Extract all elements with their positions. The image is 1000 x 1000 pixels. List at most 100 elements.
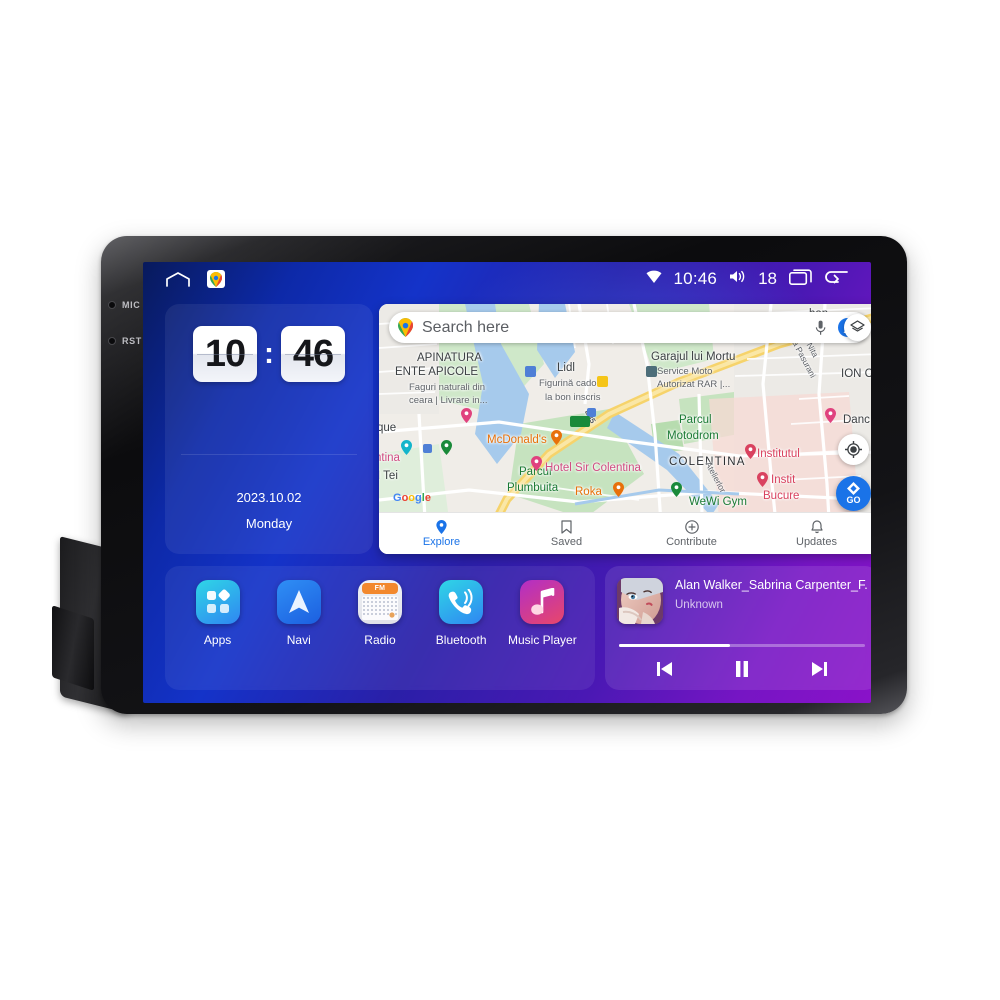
apps-grid-icon	[195, 580, 240, 624]
map-chip-store[interactable]	[597, 376, 608, 387]
map-chip-transit[interactable]	[423, 444, 432, 453]
back-arrow-icon[interactable]	[825, 269, 849, 290]
clock-hours-value: 10	[204, 333, 246, 375]
map-nav-saved[interactable]: Saved	[504, 519, 629, 548]
microphone-hole-icon	[108, 301, 116, 309]
my-location-icon[interactable]	[838, 434, 869, 465]
music-player-widget[interactable]: Alan Walker_Sabrina Carpenter_F... Unkno…	[605, 566, 871, 690]
dock-item-bluetooth[interactable]: Bluetooth	[424, 580, 498, 647]
map-pin-mcdonalds[interactable]	[551, 430, 562, 445]
home-icon[interactable]	[165, 271, 191, 287]
recent-apps-icon[interactable]	[789, 268, 813, 290]
map-label: ENTE APICOLE	[395, 366, 479, 378]
bezel-mic: MIC	[108, 300, 178, 310]
bezel-reset[interactable]: RST	[108, 336, 178, 346]
map-chip-service[interactable]	[646, 366, 657, 377]
bezel-controls: MIC RST	[108, 300, 178, 372]
map-pin-hotel[interactable]	[531, 456, 542, 471]
map-nav-explore-label: Explore	[422, 536, 461, 548]
previous-track-button[interactable]	[652, 658, 678, 680]
music-artist: Unknown	[675, 599, 723, 611]
product-photo-stage: MIC RST 10:46 18 10: 46 2023.10.02 Mond…	[0, 0, 1000, 1000]
map-nav-updates-label: Updates	[796, 536, 837, 548]
map-shield-e85	[570, 416, 590, 427]
clock-minutes: 46	[281, 326, 345, 382]
map-bottom-nav[interactable]: Explore Saved Contribute Updates	[379, 512, 871, 554]
dock-item-music-player[interactable]: Music Player	[505, 580, 579, 647]
map-label: la bon inscris	[545, 392, 601, 403]
explore-pin-icon	[379, 519, 504, 534]
map-label: Parcul	[679, 414, 712, 426]
navigation-diamond-icon	[847, 482, 860, 495]
microphone-icon[interactable]	[815, 320, 826, 336]
dock-item-apps[interactable]: Apps	[181, 580, 255, 647]
map-pin-green[interactable]	[441, 440, 452, 455]
wifi-icon	[646, 270, 662, 289]
bluetooth-phone-icon	[439, 580, 484, 624]
map-nav-explore[interactable]: Explore	[379, 519, 504, 548]
fm-radio-icon: FM	[357, 580, 402, 624]
google-maps-icon[interactable]	[207, 270, 225, 288]
map-label: Plumbuita	[507, 482, 559, 494]
map-label: Faguri naturali din	[409, 382, 486, 393]
map-label: que	[379, 422, 397, 434]
music-note-icon	[520, 580, 565, 624]
map-label: Motodrom	[667, 430, 719, 442]
map-pin-dance[interactable]	[825, 408, 836, 423]
map-chip-museum[interactable]	[525, 366, 536, 377]
google-watermark: Google	[393, 492, 431, 504]
map-label: McDonald's	[487, 434, 547, 446]
volume-level: 18	[758, 269, 777, 288]
map-pin-gym[interactable]	[671, 482, 682, 497]
google-maps-pin-icon	[398, 318, 413, 337]
dock-label-music-player: Music Player	[508, 633, 577, 647]
status-time: 10:46	[673, 269, 718, 288]
map-label: Bucure	[763, 490, 800, 502]
map-nav-saved-label: Saved	[550, 536, 583, 548]
map-label: Autorizat RAR |...	[657, 379, 731, 390]
app-dock[interactable]: Apps Navi FM Radio Bluetooth Music Playe…	[165, 566, 595, 690]
map-search-bar[interactable]: Search here	[389, 312, 869, 343]
map-pin-institute[interactable]	[745, 444, 756, 459]
clock-widget[interactable]: 10 : 46 2023.10.02 Monday	[165, 304, 373, 554]
status-bar: 10:46 18	[143, 262, 871, 296]
map-nav-contribute-label: Contribute	[666, 536, 717, 548]
map-pin-teal[interactable]	[401, 440, 412, 455]
map-nav-updates[interactable]: Updates	[754, 519, 871, 548]
touchscreen[interactable]: 10:46 18 10: 46 2023.10.02 Monday APINA…	[143, 262, 871, 703]
map-pin-pink[interactable]	[461, 408, 472, 423]
clock-weekday: Monday	[245, 516, 293, 531]
dock-item-radio[interactable]: FM Radio	[343, 580, 417, 647]
map-label: Figurină cadou	[539, 378, 602, 389]
map-label: Institutul	[757, 448, 800, 460]
map-pin-institute-2[interactable]	[757, 472, 768, 487]
map-label: Service Moto	[657, 366, 713, 377]
map-layers-icon[interactable]	[844, 314, 871, 341]
map-go-button[interactable]: GO	[836, 476, 871, 511]
google-maps-widget[interactable]: APINATURA ENTE APICOLE Faguri naturali din…	[379, 304, 871, 554]
reset-hole-icon[interactable]	[108, 337, 116, 345]
map-nav-contribute[interactable]: Contribute	[629, 519, 754, 548]
map-search-placeholder[interactable]: Search here	[422, 319, 815, 337]
music-track-title: Alan Walker_Sabrina Carpenter_F...	[675, 578, 867, 592]
map-label: Garajul lui Mortu	[651, 351, 736, 363]
volume-icon[interactable]	[729, 269, 746, 289]
map-label: APINATURA	[417, 352, 482, 364]
clock-hours: 10	[193, 326, 257, 382]
album-art	[617, 578, 663, 624]
pause-button[interactable]	[729, 658, 755, 680]
dock-label-bluetooth: Bluetooth	[435, 633, 487, 647]
radio-band-label: FM	[374, 585, 386, 592]
map-pin-roka[interactable]	[613, 482, 624, 497]
music-progress-bar[interactable]	[619, 644, 865, 647]
dock-item-navi[interactable]: Navi	[262, 580, 336, 647]
dock-label-navi: Navi	[286, 633, 311, 647]
next-track-button[interactable]	[806, 658, 832, 680]
map-label: I Tei	[379, 470, 398, 482]
dock-label-apps: Apps	[203, 633, 232, 647]
map-go-label: GO	[846, 495, 861, 505]
clock-divider	[181, 454, 357, 455]
navigation-arrow-icon	[276, 580, 321, 624]
flip-clock: 10 : 46	[165, 326, 373, 382]
clock-separator: :	[264, 337, 274, 370]
